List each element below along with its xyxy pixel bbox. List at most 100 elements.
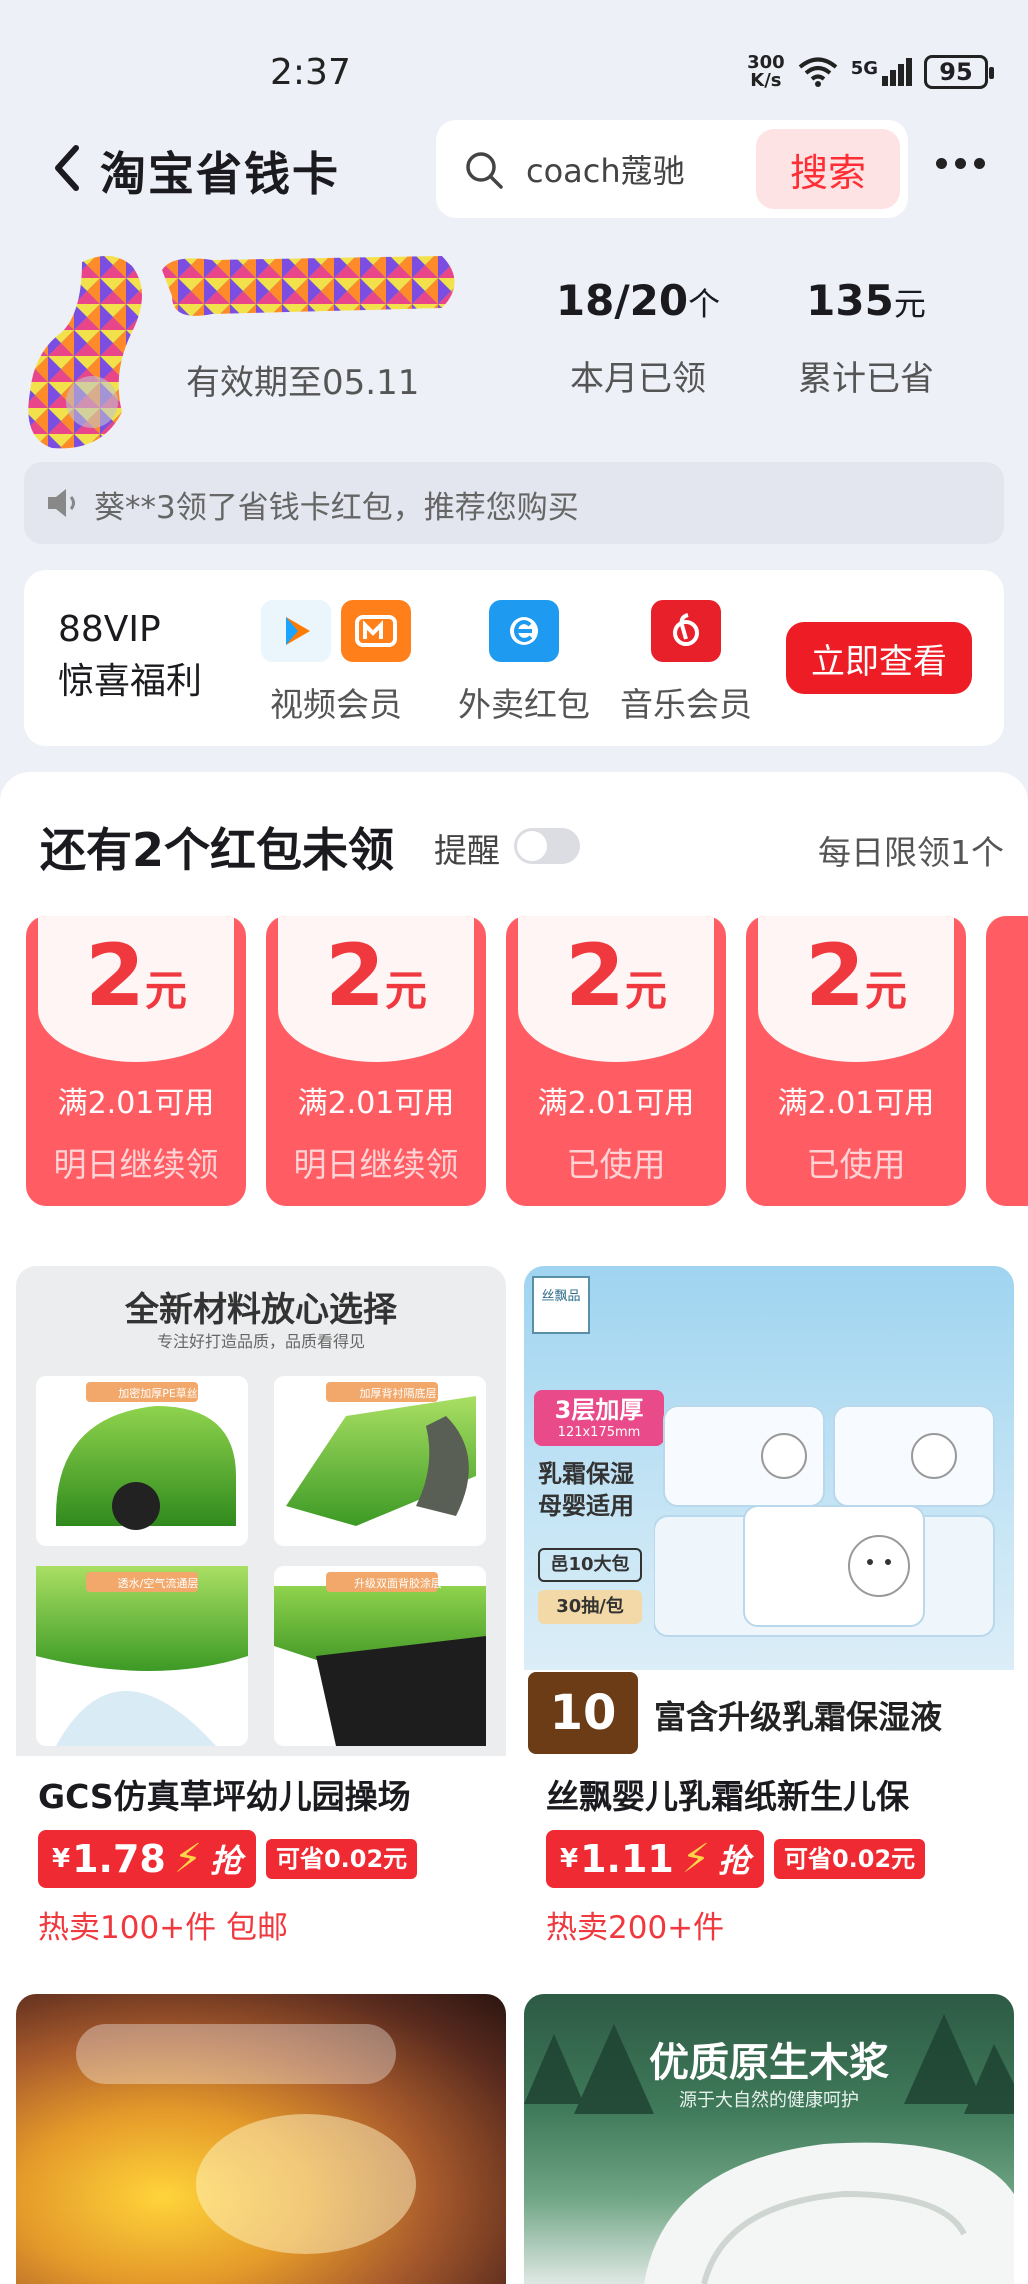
grab-label: 抢 [717,1842,750,1880]
stat-total-saved: 135元 累计已省 [776,276,956,400]
vip-item-music[interactable]: 音乐会员 [606,600,766,726]
image-tag: 升级双面背胶涂层 [354,1577,442,1590]
product-image[interactable] [16,1994,506,2284]
feature-text: 乳霜保湿 母婴适用 [538,1460,634,1520]
back-arrow-icon[interactable] [46,142,90,194]
grass-illustration [36,1376,486,1746]
coupon-card[interactable]: 2元 满2.01可用 已使用 [746,916,966,1206]
vip-item-video[interactable]: 视频会员 [246,600,426,726]
tencent-video-icon [261,600,331,662]
stat-label: 累计已省 [798,359,934,399]
coupon-card[interactable]: 2元 满2.01可用 明日继续领 [266,916,486,1206]
coupon-amount: 2 [85,926,145,1026]
vip-title: 88VIP 惊喜福利 [58,604,202,708]
product-card[interactable]: 优质原生木浆 源于大自然的健康呵护 [524,1994,1014,2284]
validity-date: 有效期至05.11 [186,363,420,403]
coupon-amount: 2 [805,926,865,1026]
product-title[interactable]: GCS仿真草坪幼儿园操场 [16,1770,506,1818]
avatar [28,255,455,449]
stat-label: 本月已领 [570,359,706,399]
product-card[interactable] [16,1994,506,2284]
eleme-icon [489,600,559,662]
remind-toggle[interactable] [514,828,580,864]
wifi-icon [798,57,837,87]
coupon-unit: 元 [624,966,667,1015]
save-badge: 可省0.02元 [265,1839,418,1879]
blur-highlight [76,2024,396,2084]
image-tag: 加密加厚PE草丝 [118,1387,198,1400]
price-grab-button[interactable]: ¥ 1.78 ⚡ 抢 [38,1830,256,1888]
lightning-icon: ⚡ [173,1836,202,1882]
vip-title-line2: 惊喜福利 [58,661,203,702]
coupon-card[interactable]: 2元 满2.01可用 已使用 [506,916,726,1206]
vip-item-takeout[interactable]: 外卖红包 [444,600,604,726]
thickness-badge-label: 3层加厚 [554,1396,644,1424]
daily-limit-text: 每日限领1个 [818,833,1004,872]
stat-unit: 元 [893,285,926,323]
mango-tv-icon [341,600,411,662]
grab-label: 抢 [209,1842,242,1880]
price-grab-button[interactable]: ¥ 1.11 ⚡ 抢 [546,1830,764,1888]
status-icons: 300 K/s 5G 95 [747,54,994,90]
sold-info: 热卖200+件 [546,1910,725,1946]
signal-type-label: 5G [850,58,878,79]
stat-unit: 个 [688,285,721,323]
netease-music-icon [651,600,721,662]
search-button[interactable]: 搜索 [756,129,900,209]
coupon-state: 明日继续领 [293,1145,459,1184]
pack-label: 邑10大包 [538,1548,642,1582]
vip-item-label: 音乐会员 [620,685,752,724]
price-row: ¥ 1.78 ⚡ 抢 可省0.02元 [16,1830,506,1888]
more-options-icon[interactable] [936,158,986,174]
coupon-condition: 满2.01可用 [297,1086,455,1121]
price-value: 1.78 [72,1837,166,1881]
product-card[interactable]: 丝飘品 3层加厚 121x175mm 乳霜保湿 母婴适用 邑10大包 30抽/包… [524,1266,1014,1947]
vip-item-label: 外卖红包 [458,685,590,724]
image-subheading: 专注好打造品质，品质看得见 [156,1332,365,1351]
pack-count: 10包 [528,1672,638,1754]
thickness-badge: 3层加厚 121x175mm [534,1390,664,1446]
coupon-state: 明日继续领 [53,1145,219,1184]
search-bar[interactable]: coach蔻驰 搜索 [436,120,908,218]
image-heading: 全新材料放心选择 [125,1290,397,1330]
banner-text: 富含升级乳霜保湿液 [654,1698,943,1736]
remind-label: 提醒 [434,831,500,870]
coupon-state: 已使用 [806,1145,906,1184]
coupon-amount: 2 [565,926,625,1026]
coupon-card-partial[interactable] [986,916,1028,1206]
page-title: 淘宝省钱卡 [100,147,340,201]
product-title[interactable]: 丝飘婴儿乳霜纸新生儿保 [524,1770,1014,1818]
sheet-count-label: 30抽/包 [538,1590,642,1624]
coupon-state: 已使用 [566,1145,666,1184]
product-card[interactable]: 全新材料放心选择 专注好打造品质，品质看得见 加密加厚PE草丝 加厚背衬隔底层 … [16,1266,506,1947]
search-input[interactable]: coach蔻驰 [526,146,685,192]
product-image[interactable]: 优质原生木浆 源于大自然的健康呵护 [524,1994,1014,2284]
coupon-condition: 满2.01可用 [57,1086,215,1121]
vip-item-label: 视频会员 [270,685,402,724]
product-image[interactable]: 丝飘品 3层加厚 121x175mm 乳霜保湿 母婴适用 邑10大包 30抽/包… [524,1266,1014,1756]
search-icon [466,152,503,189]
vip-title-line1: 88VIP [58,609,161,650]
coupon-amount: 2 [325,926,385,1026]
header: 淘宝省钱卡 coach蔻驰 搜索 [0,118,1028,218]
stat-value: 135 [806,276,894,325]
price-value: 1.11 [580,1837,674,1881]
sold-info: 热卖100+件 包邮 [38,1910,288,1946]
view-now-button[interactable]: 立即查看 [786,622,972,694]
thickness-badge-size: 121x175mm [557,1425,641,1440]
price-row: ¥ 1.11 ⚡ 抢 可省0.02元 [524,1830,1014,1888]
coupon-list: 2元 满2.01可用 明日继续领 2元 满2.01可用 明日继续领 2元 满2.… [26,916,1028,1206]
stat-monthly-claimed: 18/20个 本月已领 [548,276,728,400]
coupon-card[interactable]: 2元 满2.01可用 明日继续领 [26,916,246,1206]
blur-highlight [196,2114,416,2254]
lightning-icon: ⚡ [681,1836,710,1882]
price-currency: ¥ [560,1844,579,1874]
product-image[interactable]: 全新材料放心选择 专注好打造品质，品质看得见 加密加厚PE草丝 加厚背衬隔底层 … [16,1266,506,1756]
coupon-condition: 满2.01可用 [777,1086,935,1121]
notice-text: 葵**3领了省钱卡红包，推荐您购买 [94,490,579,526]
network-speed: 300 K/s [747,54,785,90]
red-packet-title: 还有2个红包未领 [40,823,395,877]
brand-logo: 丝飘品 [532,1276,590,1334]
image-subheading: 源于大自然的健康呵护 [679,2090,859,2111]
image-heading: 优质原生木浆 [649,2040,889,2086]
